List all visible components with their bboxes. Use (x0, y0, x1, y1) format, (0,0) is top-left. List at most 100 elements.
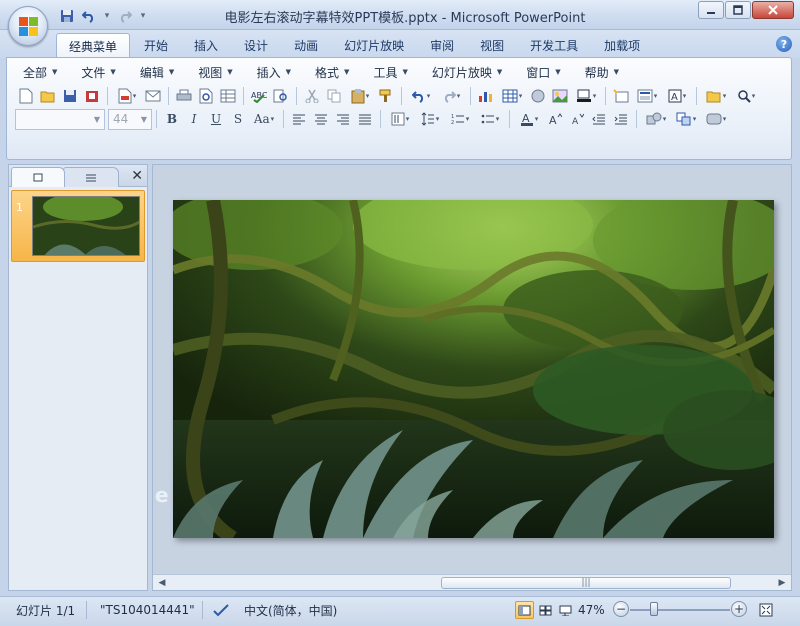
zoom-out-icon[interactable]: − (613, 601, 629, 617)
redo-icon[interactable] (116, 7, 134, 25)
tab-insert[interactable]: 插入 (182, 33, 230, 58)
menu-view[interactable]: 视图 ▼ (190, 62, 240, 82)
shapes-icon[interactable]: ▾ (641, 108, 671, 130)
slide-thumbnail-1[interactable]: 1 (11, 190, 145, 262)
new-slide-icon[interactable] (610, 85, 632, 107)
format-painter-icon[interactable] (375, 85, 397, 107)
close-pane-icon[interactable]: ✕ (131, 168, 143, 184)
bulleted-list-icon[interactable]: ▾ (475, 108, 505, 130)
find-icon[interactable]: ▾ (731, 85, 761, 107)
print-preview-icon[interactable] (195, 85, 217, 107)
insert-picture-icon[interactable] (549, 85, 571, 107)
fill-color-icon[interactable]: ▾ (571, 85, 601, 107)
insert-chart-icon[interactable] (475, 85, 497, 107)
tab-outline[interactable] (63, 167, 119, 187)
new-document-icon[interactable] (15, 85, 37, 107)
maximize-button[interactable] (725, 1, 751, 19)
undo-icon[interactable]: ▾ (406, 85, 436, 107)
tab-design[interactable]: 设计 (232, 33, 280, 58)
horizontal-scrollbar[interactable]: ◀ ||| ▶ (153, 574, 791, 590)
open-folder-icon[interactable] (37, 85, 59, 107)
menu-format[interactable]: 格式 ▼ (307, 62, 357, 82)
tab-animations[interactable]: 动画 (282, 33, 330, 58)
align-center-icon[interactable] (310, 108, 332, 130)
redo-icon[interactable]: ▾ (436, 85, 466, 107)
change-case-icon[interactable]: Aa ▾ (249, 108, 279, 130)
zoom-slider-handle[interactable] (650, 602, 658, 616)
customize-qat-icon[interactable]: ▾ (138, 7, 148, 25)
text-direction-icon[interactable]: ▾ (385, 108, 415, 130)
undo-dropdown-icon[interactable]: ▾ (102, 7, 112, 25)
close-button[interactable] (752, 1, 794, 19)
slide-canvas[interactable] (173, 200, 774, 538)
increase-font-icon[interactable]: A (544, 108, 566, 130)
insert-table-icon[interactable]: ▾ (497, 85, 527, 107)
shadow-icon[interactable]: S (227, 108, 249, 130)
font-size-combo[interactable]: 44 ▼ (108, 108, 152, 130)
slide-show-icon[interactable] (556, 601, 575, 619)
tab-add-ins[interactable]: 加载项 (592, 33, 652, 58)
slide-sorter-icon[interactable] (536, 601, 555, 619)
menu-insert[interactable]: 插入 ▼ (249, 62, 299, 82)
spelling-icon[interactable]: ABC (248, 85, 270, 107)
tab-home[interactable]: 开始 (132, 33, 180, 58)
menu-slide-show[interactable]: 幻灯片放映 ▼ (424, 62, 510, 82)
menu-file[interactable]: 文件 ▼ (73, 62, 123, 82)
line-spacing-icon[interactable]: ▾ (415, 108, 445, 130)
zoom-in-icon[interactable]: + (731, 601, 747, 617)
fit-to-window-icon[interactable] (756, 601, 775, 619)
align-left-icon[interactable] (288, 108, 310, 130)
save-icon[interactable] (58, 7, 76, 25)
slide-layout-icon[interactable]: ▾ (632, 85, 662, 107)
spell-check-icon[interactable] (212, 600, 230, 620)
font-name-combo[interactable]: ▼ (15, 108, 105, 130)
italic-icon[interactable]: I (183, 108, 205, 130)
scrollbar-thumb[interactable]: ||| (441, 577, 731, 589)
tab-slides[interactable] (11, 167, 65, 187)
export-pdf-icon[interactable]: ▾ (112, 85, 142, 107)
underline-icon[interactable]: U (205, 108, 227, 130)
scroll-left-icon[interactable]: ◀ (155, 576, 169, 590)
text-box-icon[interactable]: A ▾ (662, 85, 692, 107)
font-color-icon[interactable]: A ▾ (514, 108, 544, 130)
justify-icon[interactable] (354, 108, 376, 130)
help-icon[interactable]: ? (776, 36, 792, 52)
numbered-list-icon[interactable]: 1 2 ▾ (445, 108, 475, 130)
permission-icon[interactable] (81, 85, 103, 107)
office-button[interactable] (8, 6, 48, 46)
bold-icon[interactable]: B (161, 108, 183, 130)
tab-slide-show[interactable]: 幻灯片放映 (332, 33, 416, 58)
menu-help[interactable]: 帮助 ▼ (577, 62, 627, 82)
align-right-icon[interactable] (332, 108, 354, 130)
save-icon[interactable] (59, 85, 81, 107)
scroll-right-icon[interactable]: ▶ (775, 576, 789, 590)
minimize-button[interactable] (698, 1, 724, 19)
copy-icon[interactable] (323, 85, 345, 107)
tab-developer[interactable]: 开发工具 (518, 33, 590, 58)
paste-icon[interactable]: ▾ (345, 85, 375, 107)
arrange-icon[interactable]: ▾ (671, 108, 701, 130)
decrease-font-icon[interactable]: A (566, 108, 588, 130)
research-icon[interactable] (270, 85, 292, 107)
tab-view[interactable]: 视图 (468, 33, 516, 58)
menu-window[interactable]: 窗口 ▼ (518, 62, 568, 82)
menu-all[interactable]: 全部 ▼ (15, 62, 65, 82)
menu-edit[interactable]: 编辑 ▼ (132, 62, 182, 82)
language-indicator[interactable]: 中文(简体，中国) (244, 600, 337, 620)
tab-classic-menu[interactable]: 经典菜单 (56, 33, 131, 58)
undo-icon[interactable] (80, 7, 98, 25)
insert-clip-art-icon[interactable] (527, 85, 549, 107)
table-icon[interactable] (217, 85, 239, 107)
normal-view-icon[interactable] (515, 601, 534, 619)
open-file-icon[interactable]: ▾ (701, 85, 731, 107)
increase-indent-icon[interactable] (610, 108, 632, 130)
decrease-indent-icon[interactable] (588, 108, 610, 130)
print-icon[interactable] (173, 85, 195, 107)
menu-tools[interactable]: 工具 ▼ (365, 62, 415, 82)
tab-review[interactable]: 审阅 (418, 33, 466, 58)
zoom-slider-track[interactable] (630, 609, 730, 611)
email-icon[interactable] (142, 85, 164, 107)
cut-icon[interactable] (301, 85, 323, 107)
zoom-level[interactable]: 47% (578, 600, 605, 620)
quick-styles-icon[interactable]: ▾ (701, 108, 731, 130)
